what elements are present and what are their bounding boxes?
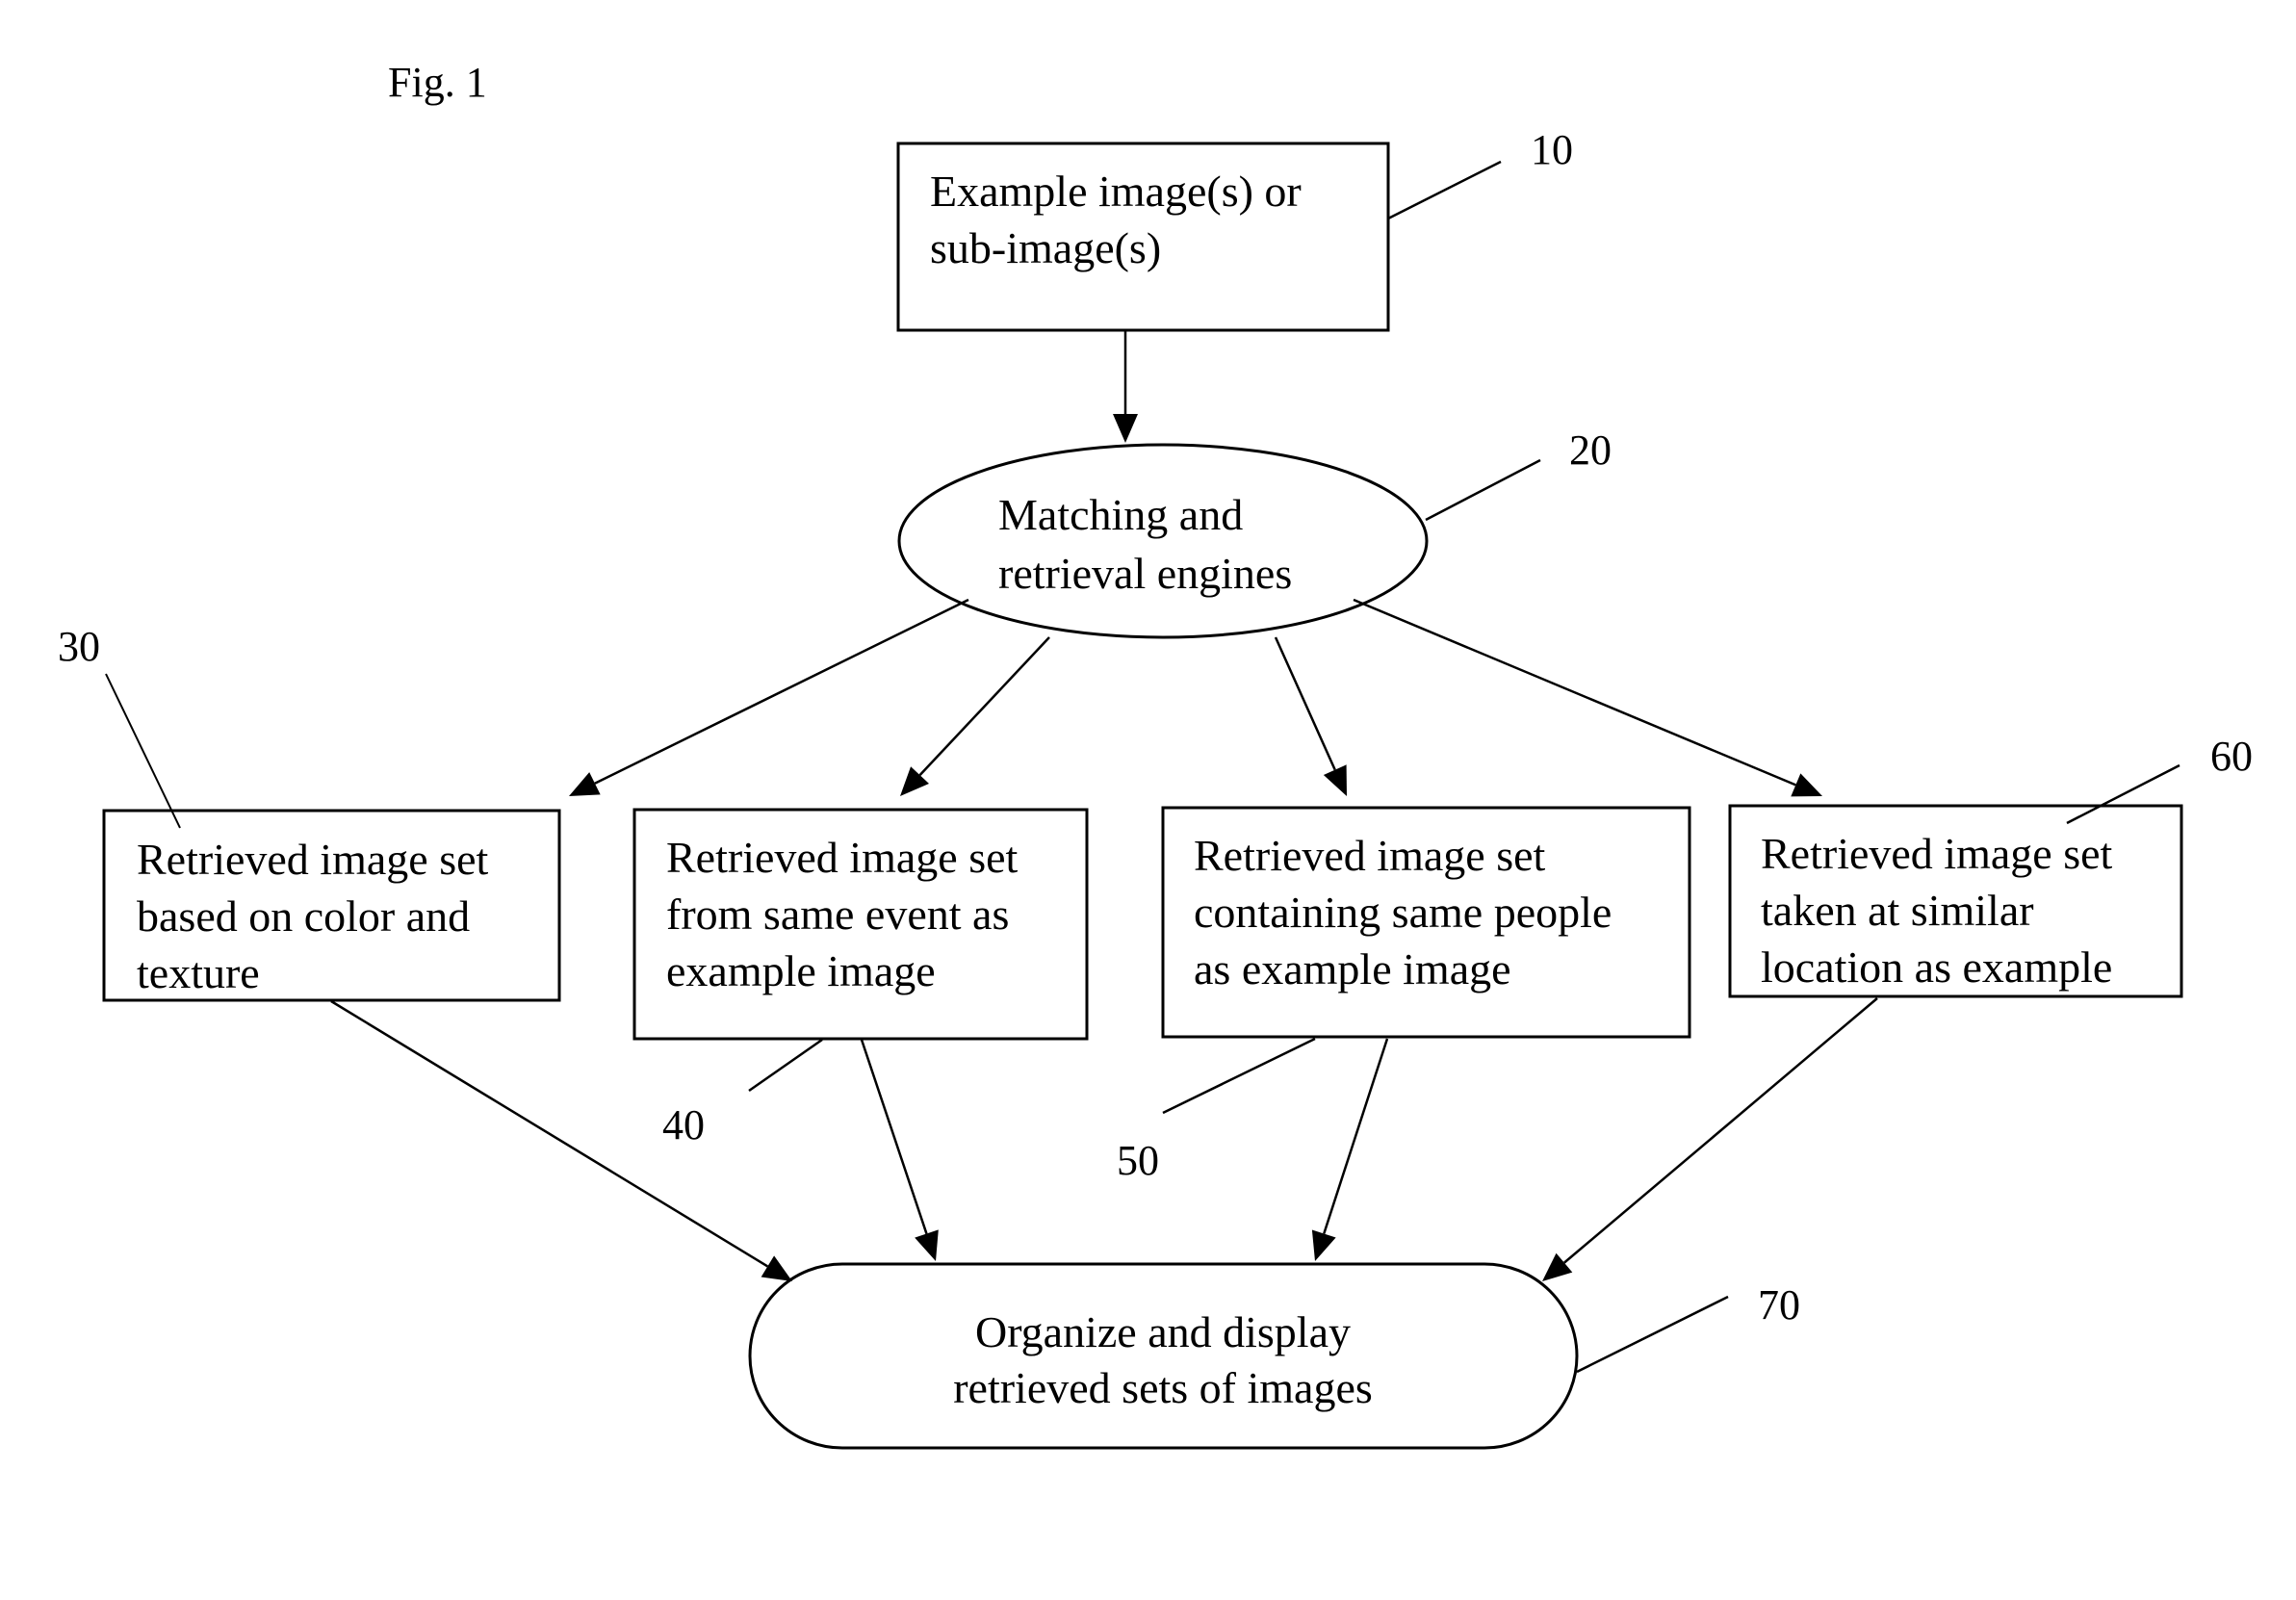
node-example-input: Example image(s) or sub-image(s) (896, 142, 1390, 332)
node-same-event-set-line-3: example image (666, 946, 936, 995)
edge-matching-engine-to-same-event-set (918, 636, 1050, 776)
node-matching-engine-line-1: Matching and (998, 490, 1243, 539)
node-similar-location-set-line-3: location as example (1761, 942, 2112, 992)
leader-line-10 (1387, 160, 1502, 220)
edge-matching-engine-to-same-people-set (1274, 636, 1336, 771)
arrowhead-icon (915, 1229, 939, 1261)
ref-label-30: 30 (58, 623, 100, 670)
node-matching-engine-line-2: retrieval engines (998, 549, 1292, 598)
edge-arrows (330, 330, 1878, 1281)
leader-line-50 (1162, 1037, 1316, 1115)
node-color-texture-set-line-3: texture (137, 948, 260, 997)
ref-label-40: 40 (662, 1101, 705, 1148)
node-similar-location-set: Retrieved image set taken at similar loc… (1728, 804, 2183, 998)
node-organize-display: Organize and display retrieved sets of i… (748, 1262, 1579, 1450)
node-same-event-set-line-2: from same event as (666, 890, 1009, 939)
node-example-input-line-2: sub-image(s) (930, 223, 1161, 272)
node-color-texture-set: Retrieved image set based on color and t… (102, 809, 561, 1002)
leader-line-30 (105, 673, 181, 829)
leader-line-70 (1576, 1295, 1729, 1374)
node-same-event-set-line-1: Retrieved image set (666, 833, 1019, 882)
node-color-texture-set-line-2: based on color and (137, 891, 470, 941)
ref-label-60: 60 (2210, 733, 2253, 780)
node-matching-engine-ellipse (897, 443, 1429, 639)
figure-label: Fig. 1 (388, 59, 487, 106)
ref-label-10: 10 (1531, 126, 1573, 173)
ref-label-50: 50 (1117, 1137, 1159, 1184)
ref-label-20: 20 (1569, 426, 1612, 474)
node-similar-location-set-line-2: taken at similar (1761, 886, 2034, 935)
node-color-texture-set-line-1: Retrieved image set (137, 835, 489, 884)
leader-line-20 (1425, 458, 1541, 522)
edge-same-event-set-to-organize-display (860, 1039, 928, 1234)
node-same-people-set: Retrieved image set containing same peop… (1161, 806, 1691, 1039)
ref-label-70: 70 (1758, 1281, 1800, 1329)
arrowhead-icon (1542, 1252, 1573, 1281)
node-same-people-set-line-2: containing same people (1194, 888, 1612, 937)
node-similar-location-set-line-1: Retrieved image set (1761, 829, 2113, 878)
flowchart: Fig. 1 Example image(s) or sub-image(s) … (58, 59, 2253, 1450)
arrowhead-icon (1311, 1229, 1336, 1261)
edge-same-people-set-to-organize-display (1323, 1038, 1389, 1234)
edge-matching-engine-to-color-texture-set (594, 598, 969, 785)
node-organize-display-line-1: Organize and display (975, 1307, 1351, 1356)
node-same-event-set: Retrieved image set from same event as e… (632, 808, 1089, 1041)
leader-line-60 (2066, 763, 2180, 825)
node-matching-engine: Matching and retrieval engines (897, 443, 1429, 639)
arrowhead-icon (761, 1255, 792, 1281)
node-same-people-set-line-1: Retrieved image set (1194, 831, 1546, 880)
node-same-people-set-line-3: as example image (1194, 944, 1511, 994)
node-organize-display-line-2: retrieved sets of images (953, 1363, 1373, 1412)
node-example-input-line-1: Example image(s) or (930, 167, 1302, 216)
arrowhead-icon (1113, 414, 1138, 443)
leader-line-40 (748, 1038, 823, 1093)
edge-matching-engine-to-similar-location-set (1353, 598, 1796, 787)
